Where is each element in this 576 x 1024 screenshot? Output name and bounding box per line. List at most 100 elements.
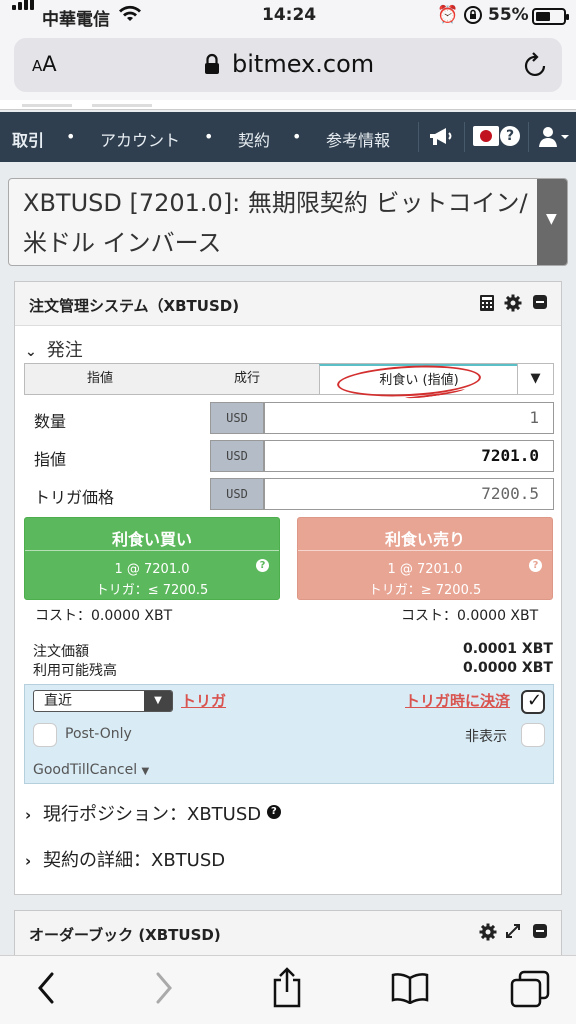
user-icon[interactable] [538,125,570,153]
limit-price-row: 指値 USD 7201.0 [24,440,554,472]
nav-contracts[interactable]: 契約 [238,127,270,151]
megaphone-icon[interactable] [428,126,454,152]
contract-selector[interactable]: XBTUSD [7201.0]: 無期限契約 ビットコイン/米ドル インバース … [8,178,568,266]
reload-icon[interactable] [522,51,548,83]
orderbook-title: オーダーブック (XBTUSD) [29,926,221,944]
close-on-trigger-checkbox[interactable]: ✓ [521,690,545,714]
rotation-lock-icon [463,5,483,30]
caret-down-icon: ▼ [546,211,557,227]
chevron-down-icon: ⌄ [25,344,37,360]
position-section-toggle[interactable]: › 現行ポジション：XBTUSD ? [25,800,281,826]
forward-icon[interactable] [152,970,176,1010]
tab-market[interactable]: 成行 [175,364,319,394]
limit-price-label: 指値 [34,450,67,469]
address-bar[interactable]: AA bitmex.com [14,38,562,92]
contract-details-label: 契約の詳細：XBTUSD [43,850,226,871]
bookmarks-icon[interactable] [390,972,430,1008]
available-balance-label: 利用可能残高 [33,663,117,679]
buy-button-title: 利食い買い [111,530,192,549]
contract-details-toggle[interactable]: › 契約の詳細：XBTUSD [25,846,225,872]
trigger-help-link[interactable]: トリガ [181,690,226,711]
available-balance: 0.0000 XBT [463,660,553,676]
sell-button-detail: 1 @ 7201.0 [387,562,463,577]
gear-icon[interactable] [479,923,497,945]
expand-icon[interactable] [505,923,521,943]
take-profit-buy-button[interactable]: 利食い買い 1 @ 7201.0 トリガ：≤ 7200.5 ? [24,517,280,600]
nav-dot: • [204,127,214,146]
buy-cost: コスト：0.0000 XBT [35,608,173,624]
close-on-trigger-link[interactable]: トリガ時に決済 [405,690,510,711]
back-icon[interactable] [34,970,58,1010]
url-domain: bitmex.com [232,50,375,78]
nav-divider [528,122,529,152]
page-top-strip [0,100,576,110]
chevron-right-icon: › [25,806,32,824]
order-section-toggle[interactable]: ⌄ 発注 [25,336,83,362]
trigger-price-row: トリガ価格 USD 7200.5 [24,478,554,510]
limit-price-unit: USD [210,440,264,472]
help-icon[interactable]: ? [529,559,542,572]
take-profit-sell-button[interactable]: 利食い売り 1 @ 7201.0 トリガ：≥ 7200.5 ? [297,517,553,600]
minimize-icon[interactable] [532,923,548,943]
nav-divider [464,122,465,152]
panel-header: 注文管理システム（XBTUSD) [15,282,561,326]
japan-flag-icon[interactable] [473,126,499,146]
trigger-type-value: 直近 [44,693,72,709]
nav-divider [418,122,419,152]
sell-cost: コスト：0.0000 XBT [401,608,539,624]
quantity-label: 数量 [34,412,67,431]
order-entry-panel: 注文管理システム（XBTUSD) ⌄ 発注 指値 成行 利食い (指値) ▼ 数… [14,281,562,895]
order-section-label: 発注 [46,340,83,361]
trigger-options: 直近 ▼ トリガ トリガ時に決済 ✓ Post-Only 非表示 GoodTil… [24,684,554,784]
alarm-icon: ⏰ [437,5,459,25]
contract-dropdown-button[interactable]: ▼ [537,179,567,265]
time-in-force-select[interactable]: GoodTillCancel ▼ [33,762,149,778]
divider [298,550,552,551]
help-icon[interactable]: ? [500,126,520,146]
sell-button-trigger: トリガ：≥ 7200.5 [368,583,482,598]
browser-toolbar [0,955,576,1024]
main-navbar: 取引 • アカウント • 契約 • 参考情報 ? [0,112,576,162]
contract-selector-label: XBTUSD [7201.0]: 無期限契約 ビットコイン/米ドル インバース [23,189,528,257]
caret-down-icon: ▼ [141,766,150,777]
gear-icon[interactable] [504,294,522,316]
buy-button-trigger: トリガ：≤ 7200.5 [95,583,209,598]
buy-button-detail: 1 @ 7201.0 [114,562,190,577]
help-icon[interactable]: ? [266,805,281,819]
nav-account[interactable]: アカウント [100,127,180,151]
chevron-right-icon: › [25,852,32,870]
nav-dot: • [66,127,76,146]
tab-limit[interactable]: 指値 [25,364,175,394]
browser-chrome: AA bitmex.com [0,32,576,110]
lock-icon [204,53,220,79]
limit-price-input[interactable]: 7201.0 [264,440,554,472]
order-value: 0.0001 XBT [463,641,553,657]
reader-aa-button[interactable]: AA [32,52,57,76]
quantity-input[interactable]: 1 [264,402,554,434]
time-in-force-value: GoodTillCancel [33,762,138,778]
hidden-label: 非表示 [465,729,507,745]
quantity-unit: USD [210,402,264,434]
order-value-label: 注文価額 [33,644,89,660]
help-icon[interactable]: ? [256,559,269,572]
sell-button-title: 利食い売り [384,530,465,549]
quantity-row: 数量 USD 1 [24,402,554,434]
nav-reference[interactable]: 参考情報 [326,127,390,151]
battery-icon [532,8,569,25]
hidden-checkbox[interactable] [521,723,545,747]
trigger-type-select[interactable]: 直近 ▼ [33,690,173,712]
clock: 14:24 [262,5,317,25]
status-bar: 中華電信 14:24 ⏰ 55% [0,0,576,32]
minimize-icon[interactable] [532,294,548,314]
calculator-icon[interactable] [479,294,495,316]
trigger-price-input[interactable]: 7200.5 [264,478,554,510]
tabs-icon[interactable] [510,970,550,1012]
divider [25,550,279,551]
caret-down-icon: ▼ [144,691,172,711]
post-only-checkbox[interactable] [33,723,57,747]
more-order-types-button[interactable]: ▼ [517,364,553,394]
share-icon[interactable] [270,966,304,1012]
nav-trade[interactable]: 取引 [12,127,44,151]
caret-down-icon: ▼ [530,371,541,386]
panel-title: 注文管理システム（XBTUSD) [29,297,240,315]
